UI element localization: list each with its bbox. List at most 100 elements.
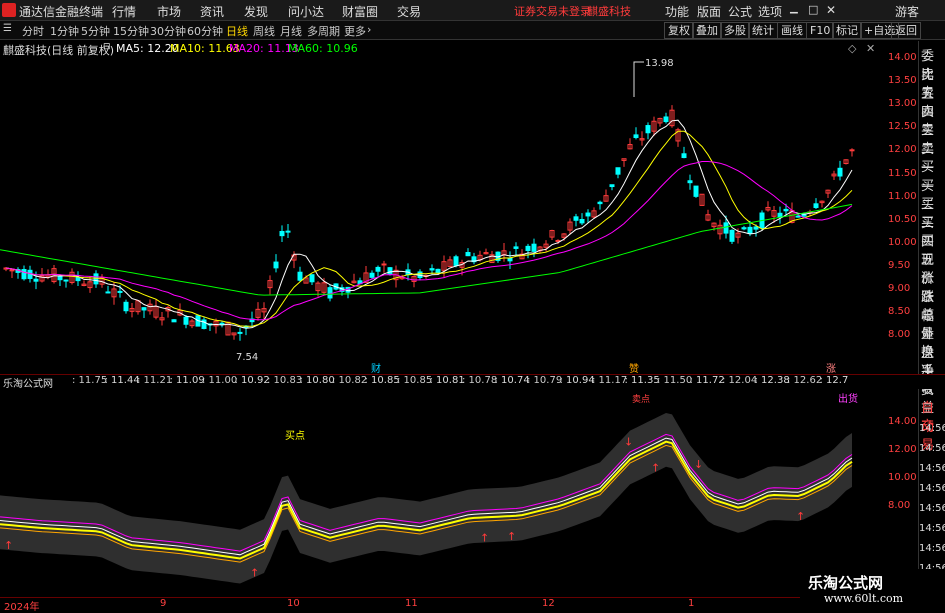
tab-15min[interactable]: 15分钟 — [113, 23, 149, 39]
draw-line-button[interactable]: 画线 — [777, 22, 807, 39]
minimize-icon[interactable]: ▁ — [790, 3, 798, 14]
candle[interactable] — [219, 322, 225, 325]
candle[interactable] — [579, 219, 585, 224]
menu-formula[interactable]: 公式 — [728, 3, 752, 20]
tab-intraday[interactable]: 分时 — [22, 23, 44, 39]
candle[interactable] — [369, 272, 375, 278]
menu-toggle-icon[interactable]: ☰ — [3, 23, 12, 34]
candle[interactable] — [681, 153, 687, 159]
tab-multi-period[interactable]: 多周期 — [307, 23, 340, 39]
guest-user[interactable]: 游客 — [895, 3, 919, 20]
tab-daily[interactable]: 日线 — [226, 23, 248, 39]
multi-stock-button[interactable]: 多股 — [720, 22, 750, 39]
tab-5min[interactable]: 5分钟 — [81, 23, 110, 39]
candle[interactable] — [237, 331, 243, 334]
candle[interactable] — [507, 257, 513, 262]
candle[interactable] — [525, 245, 531, 251]
candle[interactable] — [633, 134, 639, 139]
candle[interactable] — [285, 230, 291, 233]
candle[interactable] — [183, 316, 189, 325]
candle[interactable] — [375, 266, 381, 272]
candle[interactable] — [645, 125, 651, 134]
candlestick-chart[interactable] — [0, 57, 888, 370]
candle[interactable] — [435, 268, 441, 274]
candle[interactable] — [63, 279, 69, 282]
candle[interactable] — [279, 230, 285, 237]
candle[interactable] — [297, 271, 303, 281]
back-button[interactable]: 返回 — [891, 22, 921, 39]
candle[interactable] — [33, 278, 39, 282]
candle[interactable] — [309, 274, 315, 283]
candle[interactable] — [663, 116, 669, 123]
candle[interactable] — [105, 291, 111, 294]
menu-trade[interactable]: 交易 — [397, 3, 421, 20]
candle[interactable] — [597, 201, 603, 205]
f10-button[interactable]: F10 — [806, 22, 835, 39]
candle[interactable] — [813, 203, 819, 209]
candle[interactable] — [123, 301, 129, 312]
candle[interactable] — [171, 319, 177, 323]
candle[interactable] — [465, 252, 471, 257]
event-marker-zhang[interactable]: 涨 — [826, 360, 836, 375]
tab-60min[interactable]: 60分钟 — [187, 23, 223, 39]
candle[interactable] — [753, 226, 759, 230]
menu-quotes[interactable]: 行情 — [112, 3, 136, 20]
diamond-icon[interactable]: ◇ — [848, 42, 856, 55]
tab-30min[interactable]: 30分钟 — [150, 23, 186, 39]
lower-time-label: 14:56 — [919, 543, 945, 554]
tab-weekly[interactable]: 周线 — [253, 23, 275, 39]
restore-rights-button[interactable]: 复权 — [664, 22, 694, 39]
candle[interactable] — [141, 307, 147, 311]
candle[interactable] — [849, 149, 855, 152]
chevron-right-icon[interactable]: › — [367, 23, 371, 36]
candle[interactable] — [615, 167, 621, 175]
candle[interactable] — [783, 208, 789, 212]
candle[interactable] — [747, 226, 753, 234]
candle[interactable] — [327, 287, 333, 299]
candle[interactable] — [741, 227, 747, 230]
candle[interactable] — [531, 243, 537, 252]
candle[interactable] — [837, 167, 843, 177]
mark-button[interactable]: 标记 — [832, 22, 862, 39]
menu-news[interactable]: 资讯 — [200, 3, 224, 20]
menu-wealth[interactable]: 财富圈 — [342, 3, 378, 20]
menu-market[interactable]: 市场 — [157, 3, 181, 20]
close-icon[interactable]: ✕ — [826, 3, 836, 17]
candle[interactable] — [57, 275, 63, 281]
candle[interactable] — [387, 267, 393, 275]
event-marker-zan[interactable]: 赞 — [629, 360, 639, 375]
candle[interactable] — [687, 180, 693, 184]
overlay-button[interactable]: 叠加 — [692, 22, 722, 39]
candle[interactable] — [381, 263, 387, 266]
candle[interactable] — [723, 222, 729, 234]
event-marker-cai[interactable]: 财 — [371, 360, 381, 375]
candle[interactable] — [75, 276, 81, 282]
menu-ask[interactable]: 问小达 — [288, 3, 324, 20]
candle[interactable] — [429, 268, 435, 271]
close-panel-icon[interactable]: ✕ — [866, 42, 875, 55]
candle[interactable] — [585, 212, 591, 217]
candle[interactable] — [795, 215, 801, 218]
menu-layout[interactable]: 版面 — [697, 3, 721, 20]
candle[interactable] — [573, 216, 579, 221]
candle[interactable] — [93, 273, 99, 285]
menu-discover[interactable]: 发现 — [244, 3, 268, 20]
ma-toggle-icon[interactable]: ⊡ — [103, 42, 111, 52]
candle[interactable] — [609, 184, 615, 188]
candle[interactable] — [693, 185, 699, 197]
tab-monthly[interactable]: 月线 — [280, 23, 302, 39]
menu-function[interactable]: 功能 — [665, 3, 689, 20]
candle[interactable] — [453, 256, 459, 266]
candle[interactable] — [21, 269, 27, 280]
statistics-button[interactable]: 统计 — [748, 22, 778, 39]
menu-options[interactable]: 选项 — [758, 3, 782, 20]
candle[interactable] — [273, 261, 279, 269]
candle[interactable] — [729, 229, 735, 242]
login-notice[interactable]: 证券交易未登录 — [514, 3, 591, 19]
candle[interactable] — [513, 246, 519, 249]
maximize-icon[interactable]: □ — [808, 3, 818, 16]
tab-1min[interactable]: 1分钟 — [50, 23, 79, 39]
tab-more[interactable]: 更多 — [344, 23, 366, 39]
indicator-chart[interactable]: ↑ ↑ ↑ ↑ ↑ ↑ ↓ ↓ — [0, 389, 888, 597]
candle[interactable] — [117, 290, 123, 293]
